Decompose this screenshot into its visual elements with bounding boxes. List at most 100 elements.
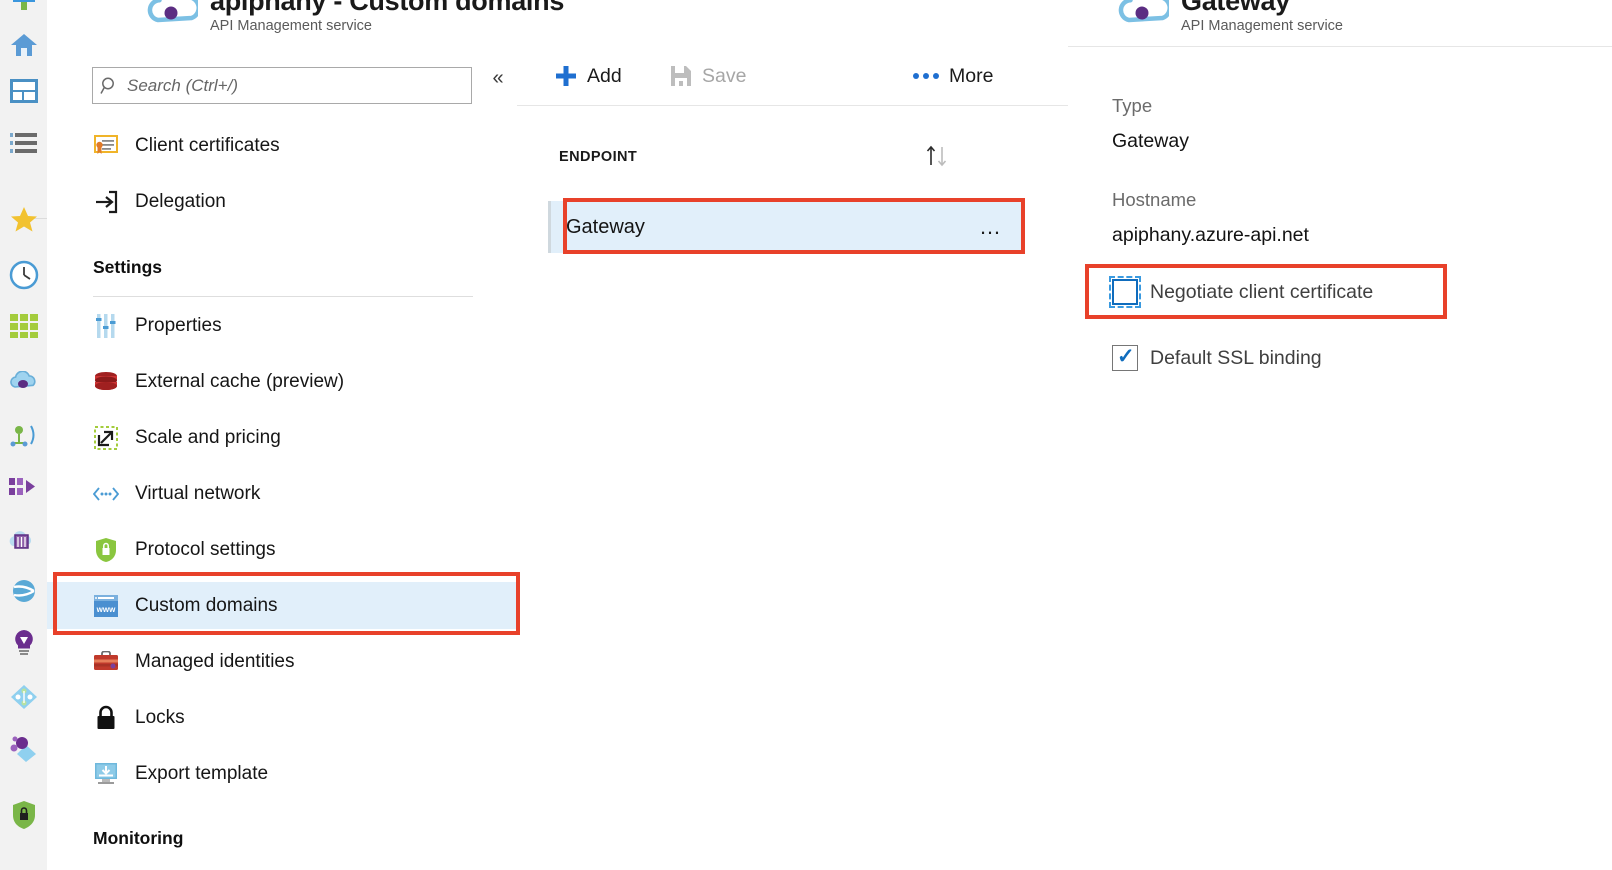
sort-icon[interactable] [922, 143, 956, 169]
checkmark-icon: ✓ [1117, 344, 1135, 370]
api-management-logo-icon [142, 0, 198, 36]
azure-cosmos-db-icon [9, 578, 39, 604]
hostname-field-label: Hostname [1112, 189, 1196, 211]
sidebar-item-label: Client certificates [135, 135, 280, 157]
sidebar-item-properties[interactable]: Properties [47, 302, 517, 349]
app-services-icon [10, 314, 38, 338]
azure-active-directory-icon [9, 735, 39, 763]
command-bar: Add Save More [517, 46, 1068, 106]
endpoint-name: Gateway [566, 216, 645, 239]
sidebar-item-label: Scale and pricing [135, 427, 281, 449]
sidebar-item-label: External cache (preview) [135, 371, 344, 393]
save-button-label: Save [702, 65, 746, 88]
column-header-endpoint: ENDPOINT [559, 149, 637, 165]
search-icon [93, 76, 127, 96]
add-button[interactable]: Add [554, 59, 622, 93]
type-field-value: Gateway [1112, 130, 1189, 153]
nav-group-settings-title: Settings [93, 257, 162, 278]
protocol-settings-icon [93, 537, 119, 563]
export-template-icon [93, 761, 119, 787]
ellipsis-icon [912, 71, 940, 81]
rail-item-virtual-machines[interactable] [0, 464, 47, 510]
collapse-pane-icon[interactable]: « [484, 64, 512, 92]
api-management-icon [9, 371, 39, 395]
rail-item-advisor[interactable] [0, 674, 47, 720]
rail-item-sql-databases[interactable] [0, 412, 47, 458]
delegation-icon [93, 189, 119, 215]
custom-domains-content: Add Save More END [517, 46, 1069, 870]
sidebar-item-label: Custom domains [135, 595, 278, 617]
global-nav-rail [0, 0, 48, 870]
sql-databases-icon [9, 423, 39, 447]
custom-domains-icon: www [93, 593, 119, 619]
type-field-label: Type [1112, 95, 1152, 117]
sidebar-item-locks[interactable]: Locks [47, 694, 517, 741]
table-row[interactable]: Gateway … [548, 201, 1023, 253]
more-button[interactable]: More [912, 59, 993, 93]
virtual-network-icon [93, 481, 119, 507]
save-button[interactable]: Save [669, 59, 746, 93]
sidebar-item-protocol-settings[interactable]: Protocol settings [47, 526, 517, 573]
sidebar-item-label: Properties [135, 315, 222, 337]
azure-portal-screenshot: apiphany - Custom domains API Management… [0, 0, 1612, 870]
plus-icon [554, 64, 578, 88]
sidebar-item-external-cache[interactable]: External cache (preview) [47, 358, 517, 405]
scale-and-pricing-icon [93, 425, 119, 451]
advisor-icon [9, 683, 39, 711]
sidebar-item-custom-domains[interactable]: www Custom domains [47, 582, 517, 629]
sidebar-item-virtual-network[interactable]: Virtual network [47, 470, 517, 517]
rail-item-all-services[interactable] [0, 120, 47, 166]
nav-group-monitoring-title: Monitoring [93, 828, 183, 849]
rail-item-azure-cosmos-db[interactable] [0, 568, 47, 614]
rail-item-api-management[interactable] [0, 360, 47, 406]
sidebar-item-export-template[interactable]: Export template [47, 750, 517, 797]
home-icon [10, 32, 38, 58]
rail-item-create-resource[interactable] [0, 0, 47, 22]
checkbox-box [1112, 279, 1138, 305]
detail-title: Gateway [1181, 0, 1290, 17]
checkbox-label: Negotiate client certificate [1150, 281, 1373, 304]
rail-item-app-services[interactable] [0, 303, 47, 349]
rail-item-home[interactable] [0, 22, 47, 68]
detail-blade-header: Gateway API Management service [1068, 0, 1612, 47]
api-management-logo-icon [1113, 0, 1169, 36]
sidebar-item-managed-identities[interactable]: Managed identities [47, 638, 517, 685]
page-subtitle: API Management service [210, 18, 372, 34]
blade-header: apiphany - Custom domains API Management… [47, 0, 1068, 47]
checkbox-box: ✓ [1112, 345, 1138, 371]
rail-item-monitor[interactable] [0, 620, 47, 666]
monitor-icon [11, 629, 37, 657]
page-title: apiphany - Custom domains [210, 0, 564, 17]
endpoint-list-header: ENDPOINT [517, 141, 1068, 181]
search-input[interactable] [127, 76, 471, 96]
external-cache-icon [93, 369, 119, 395]
create-resource-icon [11, 0, 37, 12]
sidebar-item-client-certificates[interactable]: Client certificates [47, 122, 517, 169]
sidebar-item-label: Delegation [135, 191, 226, 213]
rail-item-storage-accounts[interactable] [0, 516, 47, 562]
rail-item-recent[interactable] [0, 252, 47, 298]
rail-item-favorites[interactable] [0, 196, 47, 242]
sidebar-item-scale-and-pricing[interactable]: Scale and pricing [47, 414, 517, 461]
client-certificates-icon [93, 133, 119, 159]
recent-icon [9, 260, 39, 290]
sidebar-item-delegation[interactable]: Delegation [47, 178, 517, 225]
storage-accounts-icon [9, 526, 39, 552]
rail-item-azure-active-directory[interactable] [0, 726, 47, 772]
properties-icon [93, 313, 119, 339]
search-box[interactable] [92, 67, 472, 104]
default-ssl-binding-checkbox[interactable]: ✓ Default SSL binding [1112, 341, 1322, 375]
negotiate-client-certificate-checkbox[interactable]: Negotiate client certificate [1112, 275, 1373, 309]
row-context-menu-icon[interactable]: … [979, 214, 1003, 240]
sidebar-item-label: Managed identities [135, 651, 295, 673]
rail-item-security-center[interactable] [0, 792, 47, 838]
sidebar-item-label: Export template [135, 763, 268, 785]
rail-item-dashboard[interactable] [0, 68, 47, 114]
virtual-machines-icon [9, 476, 39, 498]
locks-icon [93, 705, 119, 731]
checkbox-label: Default SSL binding [1150, 347, 1322, 370]
detail-subtitle: API Management service [1181, 18, 1343, 34]
gateway-detail-blade: Gateway API Management service Type Gate… [1068, 0, 1612, 870]
security-center-icon [11, 800, 37, 830]
blade-nav-pane: « Client certificates [47, 46, 518, 870]
